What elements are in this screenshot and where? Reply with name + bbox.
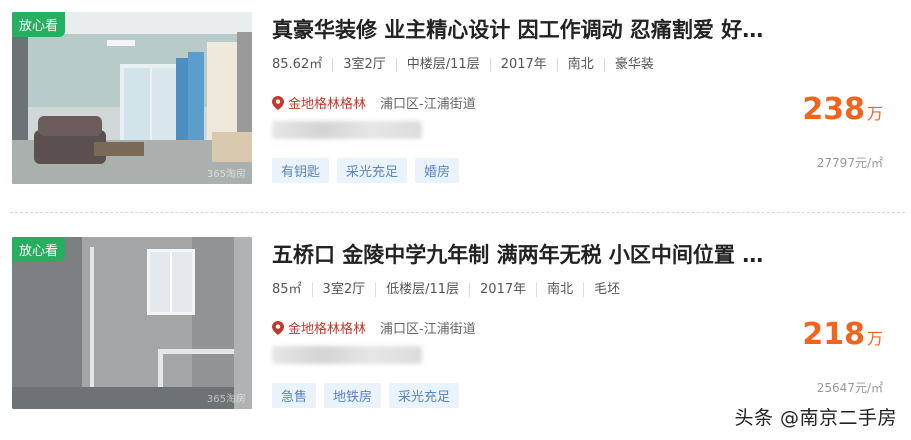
unit-price: 25647元/㎡	[816, 381, 883, 395]
blurred-agent-info	[272, 121, 422, 139]
attr-floor: 低楼层/11层	[375, 283, 469, 297]
attr-floor: 中楼层/11层	[395, 58, 490, 72]
total-price: 238 万	[802, 92, 883, 127]
community-link[interactable]: 金地格林格林	[288, 93, 366, 112]
listing-title[interactable]: 真豪华装修 业主精心设计 因工作调动 忍痛割爱 好…	[272, 14, 792, 44]
price-value: 218	[802, 317, 865, 352]
location-pin-icon	[272, 95, 284, 110]
tag-list: 急售 地铁房 采光充足	[272, 383, 467, 408]
living-room-image	[12, 12, 252, 184]
district-text: 浦口区-江浦街道	[380, 322, 476, 337]
tag: 采光充足	[337, 158, 408, 183]
tag: 有钥匙	[272, 158, 330, 183]
attr-area: 85㎡	[272, 282, 302, 297]
attr-layout: 3室2厅	[311, 283, 376, 297]
district-text: 浦口区-江浦街道	[380, 97, 476, 112]
tag-list: 有钥匙 采光充足 婚房	[272, 158, 467, 183]
price-unit: 万	[866, 329, 883, 348]
attr-year: 2017年	[489, 58, 557, 72]
listing-divider	[10, 212, 905, 213]
blurred-agent-info	[272, 346, 422, 364]
attr-decoration: 豪华装	[603, 58, 664, 72]
price-value: 238	[802, 92, 865, 127]
attr-year: 2017年	[469, 283, 536, 297]
listing-title[interactable]: 五桥口 金陵中学九年制 满两年无税 小区中间位置 …	[272, 239, 792, 269]
attr-orientation: 南北	[556, 58, 604, 72]
listing-photo[interactable]: 放心看 365淘房	[12, 237, 252, 409]
listing-card[interactable]: 放心看 365淘房 五桥口 金陵中学九年制 满两年无税 小区中间位置 … 85㎡…	[0, 225, 911, 415]
tag: 采光充足	[389, 383, 460, 408]
badge-fangxinkan: 放心看	[12, 237, 66, 262]
attr-layout: 3室2厅	[332, 58, 396, 72]
tag: 急售	[272, 383, 317, 408]
listing-attributes: 85.62㎡ 3室2厅 中楼层/11层 2017年 南北 豪华装	[272, 58, 664, 72]
attr-decoration: 毛坯	[583, 283, 630, 297]
price-unit: 万	[866, 104, 883, 123]
listing-attributes: 85㎡ 3室2厅 低楼层/11层 2017年 南北 毛坯	[272, 283, 630, 297]
unit-price: 27797元/㎡	[816, 156, 883, 170]
listing-card[interactable]: 放心看 365淘房 真豪华装修 业主精心设计 因工作调动 忍痛割爱 好… 85.…	[0, 0, 911, 190]
listing-photo[interactable]: 放心看 365淘房	[12, 12, 252, 184]
community-link[interactable]: 金地格林格林	[288, 318, 366, 337]
photo-watermark: 365淘房	[206, 394, 246, 405]
attr-orientation: 南北	[536, 283, 583, 297]
tag: 地铁房	[324, 383, 382, 408]
location-row: 金地格林格林 浦口区-江浦街道	[272, 93, 476, 112]
location-row: 金地格林格林 浦口区-江浦街道	[272, 318, 476, 337]
toutiao-watermark: 头条 @南京二手房	[734, 407, 897, 429]
tag: 婚房	[415, 158, 460, 183]
bare-room-image	[12, 237, 252, 409]
attr-area: 85.62㎡	[272, 57, 323, 72]
photo-watermark: 365淘房	[206, 169, 246, 180]
total-price: 218 万	[802, 317, 883, 352]
location-pin-icon	[272, 320, 284, 335]
badge-fangxinkan: 放心看	[12, 12, 66, 37]
